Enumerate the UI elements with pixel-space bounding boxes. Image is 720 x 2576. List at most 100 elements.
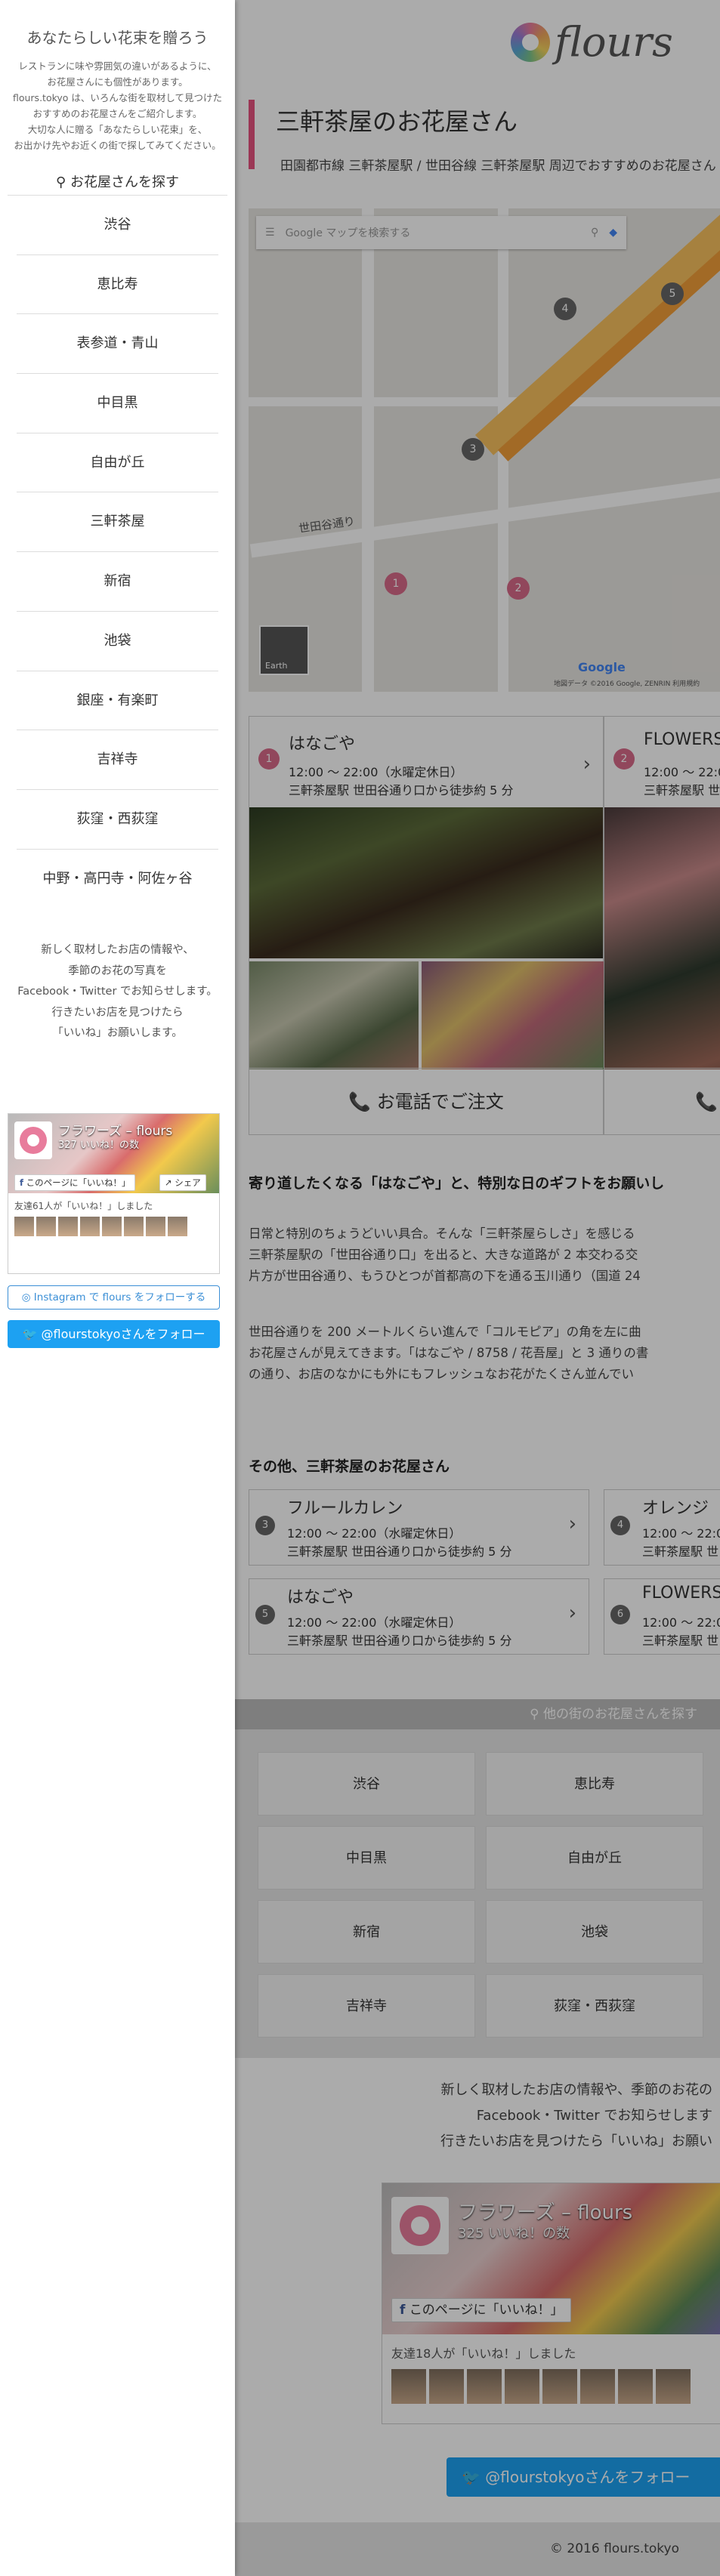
earth-label: Earth <box>265 661 288 671</box>
other-shop-card[interactable]: 4 オレンジ 12:00 〜 22:0 三軒茶屋駅 世 <box>604 1489 720 1566</box>
town-button-shibuya[interactable]: 渋谷 <box>258 1752 475 1816</box>
town-button-ebisu[interactable]: 恵比寿 <box>486 1752 703 1816</box>
shop-card-header[interactable]: 2 FLOWERS 12:00 〜 22:0 三軒茶屋駅 世 <box>604 717 720 807</box>
other-towns-label: 他の街のお花屋さんを探す <box>543 1707 697 1722</box>
sidebar-item-kichijoji[interactable]: 吉祥寺 <box>17 730 218 790</box>
shop-photos <box>249 807 604 1069</box>
paragraph-line: 世田谷通りを 200 メートルくらい進んで「コルモピア」の角を左に曲 <box>249 1325 641 1339</box>
directions-icon[interactable]: ◆ <box>609 227 617 239</box>
shop-number-badge: 4 <box>610 1516 630 1535</box>
other-towns-bar[interactable]: ⚲ 他の街のお花屋さんを探す <box>235 1699 720 1729</box>
sidebar-item-ogikubo[interactable]: 荻窪・西荻窪 <box>17 790 218 850</box>
twitter-bird-icon: 🐦 <box>462 2468 481 2486</box>
twitter-follow-button[interactable]: 🐦 @flourstokyoさんをフォロー <box>447 2457 720 2497</box>
shop-card-header[interactable]: 1 はなごや 12:00 〜 22:00（水曜定休日） 三軒茶屋駅 世田谷通り口… <box>249 717 603 807</box>
map-pin-3[interactable]: 3 <box>462 438 484 461</box>
paragraph-line: 三軒茶屋駅の「世田谷通り口」を出ると、大きな道路が 2 本交わる交 <box>249 1248 638 1262</box>
hamburger-menu-icon[interactable]: ☰ <box>265 227 275 239</box>
facebook-friends: 友達61人が「いいね！」しました <box>8 1193 219 1242</box>
brand-name: flours <box>555 18 673 66</box>
google-map[interactable]: ☰ Google マップを検索する ⚲ ◆ 世田谷通り 1 2 3 4 5 Ea… <box>249 208 720 692</box>
sidebar-item-nakameguro[interactable]: 中目黒 <box>17 374 218 433</box>
facebook-cover-image: フラワーズ – flours 327 いいね！の数 f このページに「いいね！」… <box>8 1114 219 1193</box>
shop-card[interactable]: 2 FLOWERS 12:00 〜 22:0 三軒茶屋駅 世 📞 <box>604 716 720 1135</box>
avatar[interactable] <box>36 1217 56 1236</box>
town-button-nakameguro[interactable]: 中目黒 <box>258 1826 475 1890</box>
town-button-jiyugaoka[interactable]: 自由が丘 <box>486 1826 703 1890</box>
instagram-button-label: Instagram で flours をフォローする <box>33 1291 206 1303</box>
shop-hours: 12:00 〜 22:00（水曜定休日） <box>287 1526 462 1541</box>
facebook-friends: 友達18人が「いいね！」しました <box>382 2334 720 2413</box>
shop-photo <box>249 961 419 1069</box>
shop-access: 三軒茶屋駅 世田谷通り口から徒歩約 5 分 <box>289 783 514 797</box>
avatar[interactable] <box>429 2369 464 2404</box>
facebook-page-widget-large[interactable]: フラワーズ – flours 325 いいね！の数 f このページに「いいね！」… <box>382 2183 720 2424</box>
phone-icon: 📞 <box>695 1091 718 1112</box>
avatar[interactable] <box>102 1217 122 1236</box>
town-button-ikebukuro[interactable]: 池袋 <box>486 1900 703 1964</box>
note-line: 行きたいお店を見つけたら <box>51 1006 184 1019</box>
facebook-like-button[interactable]: f このページに「いいね！」 <box>391 2298 572 2322</box>
facebook-page-widget[interactable]: フラワーズ – flours 327 いいね！の数 f このページに「いいね！」… <box>8 1113 220 1274</box>
instagram-icon: ◎ <box>21 1291 31 1303</box>
shop-name: はなごや <box>289 735 356 754</box>
sidebar-item-jiyugaoka[interactable]: 自由が丘 <box>17 433 218 493</box>
town-button-ogikubo[interactable]: 荻窪・西荻窪 <box>486 1974 703 2038</box>
avatar[interactable] <box>168 1217 187 1236</box>
avatar[interactable] <box>14 1217 34 1236</box>
other-shop-card[interactable]: 5 はなごや 12:00 〜 22:00（水曜定休日） 三軒茶屋駅 世田谷通り口… <box>249 1578 589 1655</box>
sidebar-item-nakano[interactable]: 中野・高円寺・阿佐ヶ谷 <box>17 850 218 909</box>
avatar[interactable] <box>124 1217 144 1236</box>
twitter-follow-button[interactable]: 🐦 @flourstokyoさんをフォロー <box>8 1320 220 1348</box>
call-order-button[interactable]: 📞 お電話でご注文 <box>249 1068 603 1134</box>
shop-name: FLOWERS <box>642 1584 720 1603</box>
avatar[interactable] <box>580 2369 615 2404</box>
avatar[interactable] <box>542 2369 577 2404</box>
facebook-page-name[interactable]: フラワーズ – flours <box>458 2197 632 2225</box>
flower-logo-icon <box>511 22 550 62</box>
sidebar-item-omotesando[interactable]: 表参道・青山 <box>17 314 218 375</box>
shop-access: 三軒茶屋駅 世 <box>642 1544 719 1559</box>
site-logo[interactable]: flours <box>511 18 673 66</box>
bottom-note-line: 行きたいお店を見つけたら「いいね」お願い <box>440 2133 712 2149</box>
avatar[interactable] <box>505 2369 539 2404</box>
map-attribution[interactable]: 地図データ ©2016 Google, ZENRIN 利用規約 <box>554 678 700 688</box>
avatar[interactable] <box>467 2369 502 2404</box>
shop-card[interactable]: 1 はなごや 12:00 〜 22:00（水曜定休日） 三軒茶屋駅 世田谷通り口… <box>249 716 604 1135</box>
avatar[interactable] <box>391 2369 426 2404</box>
avatar[interactable] <box>618 2369 653 2404</box>
avatar[interactable] <box>146 1217 165 1236</box>
map-pin-2[interactable]: 2 <box>507 577 530 600</box>
map-pin-4[interactable]: 4 <box>554 298 576 320</box>
sidebar-item-shinjuku[interactable]: 新宿 <box>17 552 218 612</box>
sidebar-item-shibuya[interactable]: 渋谷 <box>17 196 218 255</box>
map-pin-5[interactable]: 5 <box>661 282 684 305</box>
friends-count: 友達18人が「いいね！」しました <box>391 2346 576 2361</box>
chevron-right-icon: › <box>568 1602 576 1624</box>
desc-line: お出かけ先やお近くの街で探してみてください。 <box>14 140 221 151</box>
sidebar-item-ginza[interactable]: 銀座・有楽町 <box>17 671 218 731</box>
instagram-follow-button[interactable]: ◎ Instagram で flours をフォローする <box>8 1285 220 1310</box>
avatar[interactable] <box>80 1217 100 1236</box>
facebook-icon: f <box>400 2303 406 2318</box>
sidebar-item-sangenjaya[interactable]: 三軒茶屋 <box>17 492 218 553</box>
facebook-share-button[interactable]: ↗ シェア <box>159 1174 206 1191</box>
search-icon[interactable]: ⚲ <box>591 227 598 239</box>
sidebar-item-ebisu[interactable]: 恵比寿 <box>17 255 218 315</box>
map-pin-1[interactable]: 1 <box>385 572 407 595</box>
other-shop-card[interactable]: 3 フルールカレン 12:00 〜 22:00（水曜定休日） 三軒茶屋駅 世田谷… <box>249 1489 589 1566</box>
map-search-bar[interactable]: ☰ Google マップを検索する ⚲ ◆ <box>256 216 626 249</box>
town-button-kichijoji[interactable]: 吉祥寺 <box>258 1974 475 2038</box>
sidebar-item-ikebukuro[interactable]: 池袋 <box>17 612 218 671</box>
avatar[interactable] <box>58 1217 78 1236</box>
avatar[interactable] <box>656 2369 691 2404</box>
shop-name: フルールカレン <box>287 1499 403 1518</box>
desc-line: 大切な人に贈る「あなたらしい花束」を、 <box>27 124 208 135</box>
town-button-shinjuku[interactable]: 新宿 <box>258 1900 475 1964</box>
earth-view-toggle[interactable]: Earth <box>259 625 309 675</box>
call-order-button[interactable]: 📞 <box>604 1068 720 1134</box>
facebook-like-button[interactable]: f このページに「いいね！」 <box>14 1174 136 1191</box>
other-shop-card[interactable]: 6 FLOWERS 12:00 〜 22:0 三軒茶屋駅 世 <box>604 1578 720 1655</box>
sidebar-nav: 渋谷 恵比寿 表参道・青山 中目黒 自由が丘 三軒茶屋 新宿 池袋 銀座・有楽町… <box>17 196 218 909</box>
map-search-input[interactable]: Google マップを検索する <box>286 225 580 240</box>
